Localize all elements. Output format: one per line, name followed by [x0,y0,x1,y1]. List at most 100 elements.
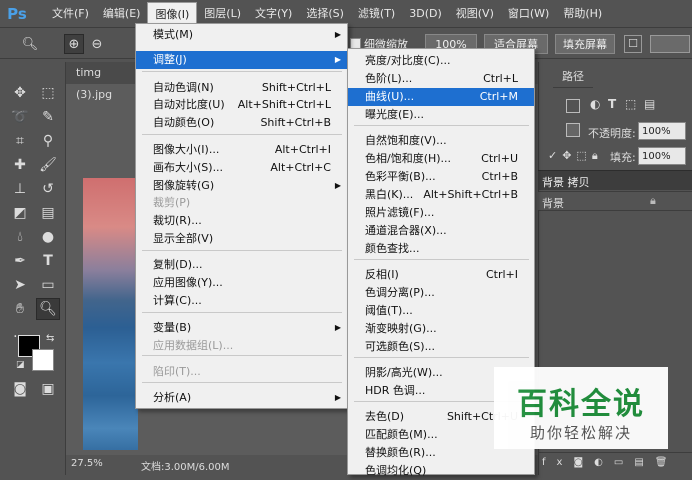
menu-item[interactable]: 颜色查找... [348,240,534,258]
fill-field[interactable]: 100% [638,147,686,165]
clone-stamp-icon[interactable]: ⊥ [8,178,32,200]
lock-icons[interactable]: ✓✥⬚🔒︎ [548,149,603,163]
menu-item[interactable]: 调整(J) ▶ [136,51,347,69]
menu-separator [354,125,529,126]
menu-view[interactable]: 视图(V) [449,2,501,26]
menu-separator [354,259,529,260]
dodge-tool-icon[interactable]: ● [36,226,60,248]
menu-item[interactable]: 应用图像(Y)... [136,274,347,292]
filter-adjust-icon[interactable]: ◐ [590,97,600,111]
opacity-field[interactable]: 100% [638,122,686,140]
menu-item-shortcut: Shift+Ctrl+L [261,81,331,94]
rectangle-tool-icon[interactable]: ▭ [36,274,60,296]
menu-item[interactable]: 曲线(U)... Ctrl+M [348,88,534,106]
blend-mode-dropdown[interactable] [566,123,580,137]
menu-item[interactable]: 可选颜色(S)... [348,338,534,356]
filter-smart-icon[interactable]: ▤ [644,97,655,111]
menu-item[interactable]: 自动色调(N) Shift+Ctrl+L [136,79,347,97]
eyedropper-icon[interactable]: ⚲ [36,130,60,152]
menu-window[interactable]: 窗口(W) [501,2,556,26]
menu-item[interactable]: 自动对比度(U) Alt+Shift+Ctrl+L [136,96,347,114]
menu-item[interactable]: 色相/饱和度(H)... Ctrl+U [348,150,534,168]
menu-item[interactable]: 计算(C)... [136,292,347,310]
menu-item[interactable]: 阈值(T)... [348,302,534,320]
lasso-tool-icon[interactable]: ➰ [8,106,32,128]
type-tool-icon[interactable]: T [36,250,60,272]
menu-item[interactable]: 黑白(K)... Alt+Shift+Ctrl+B [348,186,534,204]
menu-item[interactable]: 渐变映射(G)... [348,320,534,338]
background-color-swatch[interactable] [32,349,54,371]
watermark-subtitle: 助你轻松解决 [529,424,632,442]
zoom-readout[interactable]: 27.5% [71,458,103,469]
menu-item-label: 图像大小(I)... [153,143,220,156]
layer-row[interactable]: 背景 拷贝 [538,170,692,190]
document-tab[interactable]: timg (3).jpg [66,62,136,101]
menu-select[interactable]: 选择(S) [299,2,351,26]
fill-screen-button[interactable]: 填充屏幕 [555,34,615,54]
menu-item[interactable]: 照片滤镜(F)... [348,204,534,222]
menu-image[interactable]: 图像(I) [147,1,198,26]
menu-item[interactable]: 亮度/对比度(C)... [348,52,534,70]
gradient-tool-icon[interactable]: ▤ [36,202,60,224]
menu-item[interactable]: 模式(M) ▶ [136,26,347,44]
menu-item-shortcut: Alt+Ctrl+C [270,161,331,174]
healing-brush-icon[interactable]: ✚ [8,154,32,176]
menu-item[interactable]: 色调分离(P)... [348,284,534,302]
blur-tool-icon[interactable]: 💧︎ [8,226,32,248]
quick-mask-icon[interactable]: ◙ [8,378,32,400]
layer-actions[interactable]: fx◙◐▭▤🗑︎ [538,452,692,472]
default-colors-icon[interactable]: ◪ [16,360,25,370]
menu-item[interactable]: 色阶(L)... Ctrl+L [348,70,534,88]
path-selection-icon[interactable]: ➤ [8,274,32,296]
filter-type-icon[interactable]: T [608,97,616,111]
scrubby-zoom-icon[interactable]: ☐ [624,35,642,53]
menu-edit[interactable]: 编辑(E) [96,2,148,26]
swap-colors-icon[interactable]: ⇆ [46,333,54,344]
menu-item[interactable]: 图像大小(I)... Alt+Ctrl+I [136,141,347,159]
menu-separator [142,134,342,135]
menu-layer[interactable]: 图层(L) [197,2,248,26]
layer-row[interactable]: 背景 🔒︎ [538,191,692,211]
zoom-out-icon[interactable]: ⊖ [87,34,107,54]
menu-item[interactable]: 图像旋转(G) ▶ [136,177,347,195]
history-brush-icon[interactable]: ↺ [36,178,60,200]
filter-shape-icon[interactable]: ⬚ [625,97,636,111]
tab-paths[interactable]: 路径 [553,66,593,88]
menu-item[interactable]: 分析(A) ▶ [136,389,347,407]
menu-help[interactable]: 帮助(H) [556,2,609,26]
menu-filter[interactable]: 滤镜(T) [351,2,402,26]
menu-item[interactable]: 画布大小(S)... Alt+Ctrl+C [136,159,347,177]
menu-item[interactable]: 色彩平衡(B)... Ctrl+B [348,168,534,186]
eraser-tool-icon[interactable]: ◩ [8,202,32,224]
document-image[interactable] [83,178,138,450]
menu-type[interactable]: 文字(Y) [248,2,299,26]
menu-item-label: 自动对比度(U) [153,98,225,111]
move-tool-icon[interactable]: ✥ [8,82,32,104]
menu-item[interactable]: 裁切(R)... [136,212,347,230]
menu-item[interactable]: 复制(D)... [136,256,347,274]
zoom-tool-icon[interactable]: 🔍︎ [36,298,60,320]
menu-item[interactable]: 显示全部(V) [136,230,347,248]
magic-wand-icon[interactable]: ✎ [36,106,60,128]
crop-tool-icon[interactable]: ⌗ [8,130,32,152]
menu-item[interactable]: 自然饱和度(V)... [348,132,534,150]
menu-item[interactable]: 反相(I) Ctrl+I [348,266,534,284]
workspace-switcher[interactable] [650,35,690,53]
menu-item[interactable]: 自动颜色(O) Shift+Ctrl+B [136,114,347,132]
menu-item-label: 去色(D) [365,410,405,423]
menu-item[interactable]: 色调均化(Q) [348,462,534,480]
menu-item[interactable]: 通道混合器(X)... [348,222,534,240]
zoom-in-icon[interactable]: ⊕ [64,34,84,54]
brush-tool-icon[interactable]: 🖌︎ [36,154,60,176]
pen-tool-icon[interactable]: ✒ [8,250,32,272]
menu-item-label: 颜色查找... [365,242,420,255]
filter-pixel-icon[interactable] [566,99,580,113]
hand-tool-icon[interactable]: ✋︎ [8,298,32,320]
menu-3d[interactable]: 3D(D) [402,2,449,26]
menu-item[interactable]: 曝光度(E)... [348,106,534,124]
menu-file[interactable]: 文件(F) [45,2,96,26]
screen-mode-icon[interactable]: ▣ [36,378,60,400]
menu-item[interactable]: 变量(B) ▶ [136,319,347,337]
marquee-tool-icon[interactable]: ⬚ [36,82,60,104]
zoom-tool-preset-icon[interactable]: 🔍︎ [20,34,40,54]
